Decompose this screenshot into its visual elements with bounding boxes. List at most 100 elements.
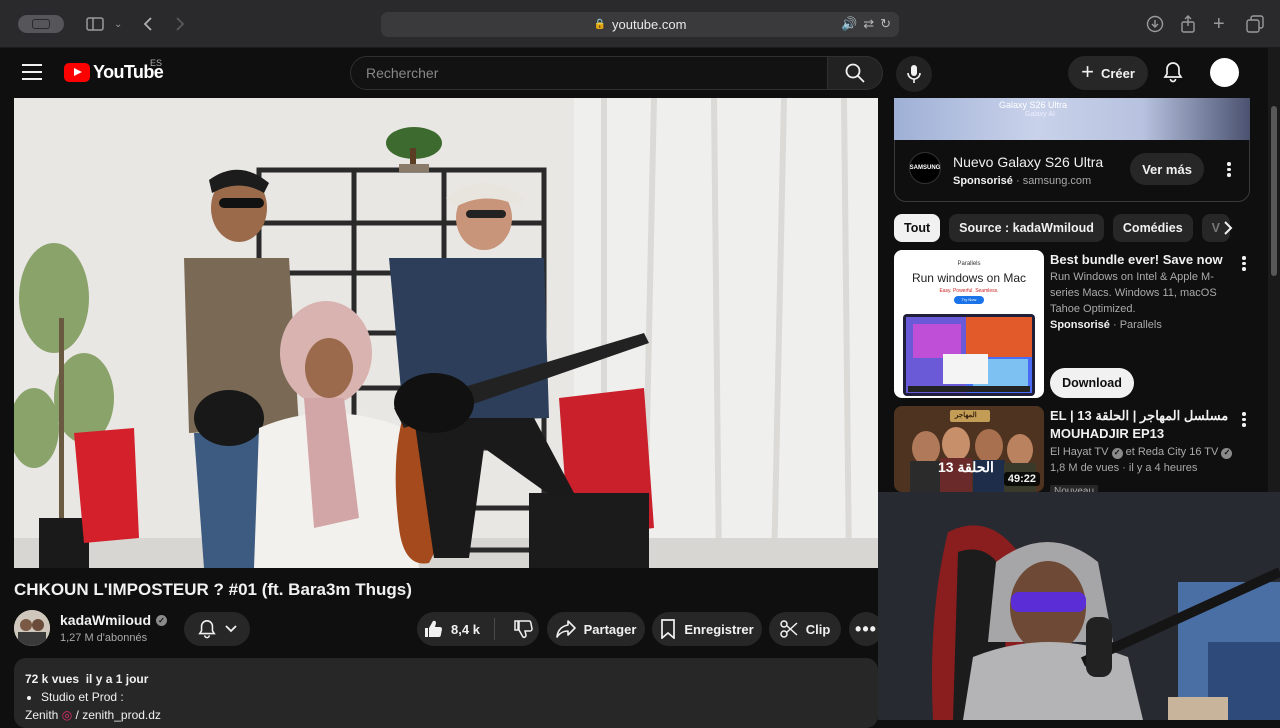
address-url: youtube.com (612, 17, 687, 32)
video-thumbnail[interactable]: المهاجر الحلقة 13 49:22 (894, 406, 1044, 492)
clip-button[interactable]: Clip (769, 612, 841, 646)
sidebar-icon[interactable] (86, 12, 104, 36)
mic-icon (907, 65, 921, 83)
share-icon[interactable] (1180, 12, 1196, 36)
card-menu-icon[interactable] (1242, 412, 1246, 427)
tabs-icon[interactable] (1246, 12, 1264, 36)
view-count: 72 k vues (25, 672, 80, 686)
description-box[interactable]: 72 k vues il y a 1 jour Studio et Prod :… (14, 658, 878, 728)
scrollbar-thumb[interactable] (1271, 106, 1277, 276)
chip-comedies[interactable]: Comédies (1112, 214, 1193, 242)
menu-icon[interactable] (22, 64, 42, 80)
video-player[interactable] (14, 98, 878, 568)
create-button[interactable]: + Créer (1068, 56, 1148, 90)
promoted-description: Run Windows on Intel & Apple M-series Ma… (1050, 271, 1217, 315)
video-card-age: il y a 4 heures (1128, 462, 1198, 474)
video-card-title[interactable]: EL | 13 مسلسل المهاجر | الحلقة MOUHADJIR… (1050, 407, 1235, 443)
lock-icon: 🔒 (593, 19, 606, 30)
chip-all[interactable]: Tout (894, 214, 941, 242)
chevron-right-icon[interactable] (1223, 219, 1233, 240)
channel-avatar[interactable] (14, 610, 50, 646)
ad-sponsored: Sponsorisé (953, 175, 1013, 187)
search-input[interactable] (366, 65, 827, 81)
video-duration: 49:22 (1003, 472, 1040, 486)
channel-name[interactable]: kadaWmiloud ✓ (60, 612, 168, 628)
youtube-play-icon (64, 63, 90, 82)
chip-source[interactable]: Source : kadaWmiloud (949, 214, 1104, 242)
clip-label: Clip (805, 621, 831, 637)
promoted-meta: Sponsorisé · Parallels (1050, 319, 1162, 331)
channel-text: El Hayat TV (1050, 446, 1109, 458)
save-label: Enregistrer (684, 621, 754, 637)
ad-banner-title: Galaxy S26 Ultra (999, 100, 1068, 110)
secondary-column: Galaxy S26 Ultra Galaxy AI SAMSUNG Nuevo… (880, 98, 1268, 498)
audio-icon[interactable]: 🔊 (841, 16, 857, 32)
like-count[interactable]: 8,4 k (451, 622, 480, 637)
notifications-bell-icon[interactable] (1162, 61, 1186, 85)
voice-search-button[interactable] (896, 56, 932, 92)
thumb-episode-label: الحلقة 13 (938, 459, 994, 475)
youtube-logo[interactable]: YouTube (64, 62, 164, 83)
back-icon[interactable] (143, 12, 153, 36)
save-button[interactable]: Enregistrer (652, 612, 762, 646)
verified-icon: ✓ (156, 614, 168, 626)
promoted-title[interactable]: Best bundle ever! Save now (1050, 251, 1235, 269)
chevron-down-icon[interactable]: ⌄ (114, 12, 122, 36)
more-horizontal-icon: ••• (855, 618, 877, 639)
download-icon[interactable] (1146, 12, 1164, 36)
country-code: ES (150, 58, 163, 68)
ad-cta-button[interactable]: Ver más (1130, 153, 1204, 185)
promoted-sponsored: Sponsorisé (1050, 319, 1110, 331)
search-box (350, 56, 828, 90)
thumb-try-button: Try Now (954, 296, 984, 304)
bookmark-icon (661, 619, 676, 639)
create-label: Créer (1100, 65, 1135, 81)
scissors-icon (779, 620, 798, 638)
ad-menu-icon[interactable] (1227, 162, 1231, 177)
bell-icon (198, 620, 216, 639)
translate-icon[interactable]: ⇄ (863, 16, 874, 32)
share-button[interactable]: Partager (547, 612, 645, 646)
ad-card[interactable]: SAMSUNG Nuevo Galaxy S26 Ultra Sponsoris… (894, 140, 1250, 202)
verified-icon: ✓ (1111, 447, 1123, 459)
download-cta-button[interactable]: Download (1050, 368, 1134, 398)
youtube-header: YouTube ES + Créer (0, 48, 1268, 98)
video-frame (14, 98, 878, 568)
video-card-channel[interactable]: El Hayat TV ✓ et Reda City 16 TV ✓ (1050, 444, 1235, 460)
video-title: CHKOUN L'IMPOSTEUR ? #01 (ft. Bara3m Thu… (14, 580, 412, 599)
tab-group-pill[interactable] (18, 15, 64, 33)
reload-icon[interactable]: ↻ (880, 16, 891, 32)
address-bar[interactable]: 🔒 youtube.com 🔊 ⇄ ↻ (381, 12, 899, 37)
filter-chips: Tout Source : kadaWmiloud Comédies V (894, 214, 1244, 244)
browser-toolbar: ⌄ 🔒 youtube.com 🔊 ⇄ ↻ + (0, 0, 1280, 48)
thumb-title: Run windows on Mac (911, 271, 1027, 285)
recommended-video-card[interactable]: المهاجر الحلقة 13 49:22 EL | 13 مسلسل ال… (894, 406, 1254, 498)
video-card-stats: 1,8 M de vues · il y a 4 heures (1050, 462, 1198, 474)
share-arrow-icon (555, 620, 576, 638)
promoted-advertiser: Parallels (1119, 319, 1162, 331)
channel-name-text: kadaWmiloud (60, 612, 152, 628)
collab-text: et Reda City 16 TV (1125, 446, 1219, 458)
promoted-video-card[interactable]: Parallels Run windows on Mac Easy. Power… (894, 250, 1254, 400)
dislike-icon[interactable] (513, 619, 533, 639)
subscriber-count: 1,27 M d'abonnés (60, 632, 148, 644)
account-avatar[interactable] (1210, 58, 1239, 87)
thumb-brand: Parallels (957, 261, 981, 267)
new-tab-icon[interactable]: + (1213, 12, 1225, 36)
card-menu-icon[interactable] (1242, 256, 1246, 271)
upload-age: il y a 1 jour (85, 672, 149, 686)
laptop-screen-image (903, 314, 1035, 396)
ad-banner-image[interactable]: Galaxy S26 Ultra Galaxy AI (894, 98, 1250, 140)
search-button[interactable] (827, 56, 883, 90)
ad-banner-sub: Galaxy AI (1025, 111, 1055, 118)
subscription-bell-button[interactable] (184, 612, 250, 646)
ad-thumbnail[interactable]: Parallels Run windows on Mac Easy. Power… (894, 250, 1044, 398)
webcam-overlay (878, 492, 1280, 720)
like-dislike-group: 8,4 k (417, 612, 539, 646)
ad-domain: samsung.com (1022, 175, 1092, 187)
ad-title[interactable]: Nuevo Galaxy S26 Ultra (953, 154, 1103, 170)
forward-icon[interactable] (175, 12, 185, 36)
thumb-series-logo: المهاجر (955, 412, 977, 419)
plus-icon: + (1081, 59, 1094, 84)
like-icon[interactable] (423, 619, 443, 639)
